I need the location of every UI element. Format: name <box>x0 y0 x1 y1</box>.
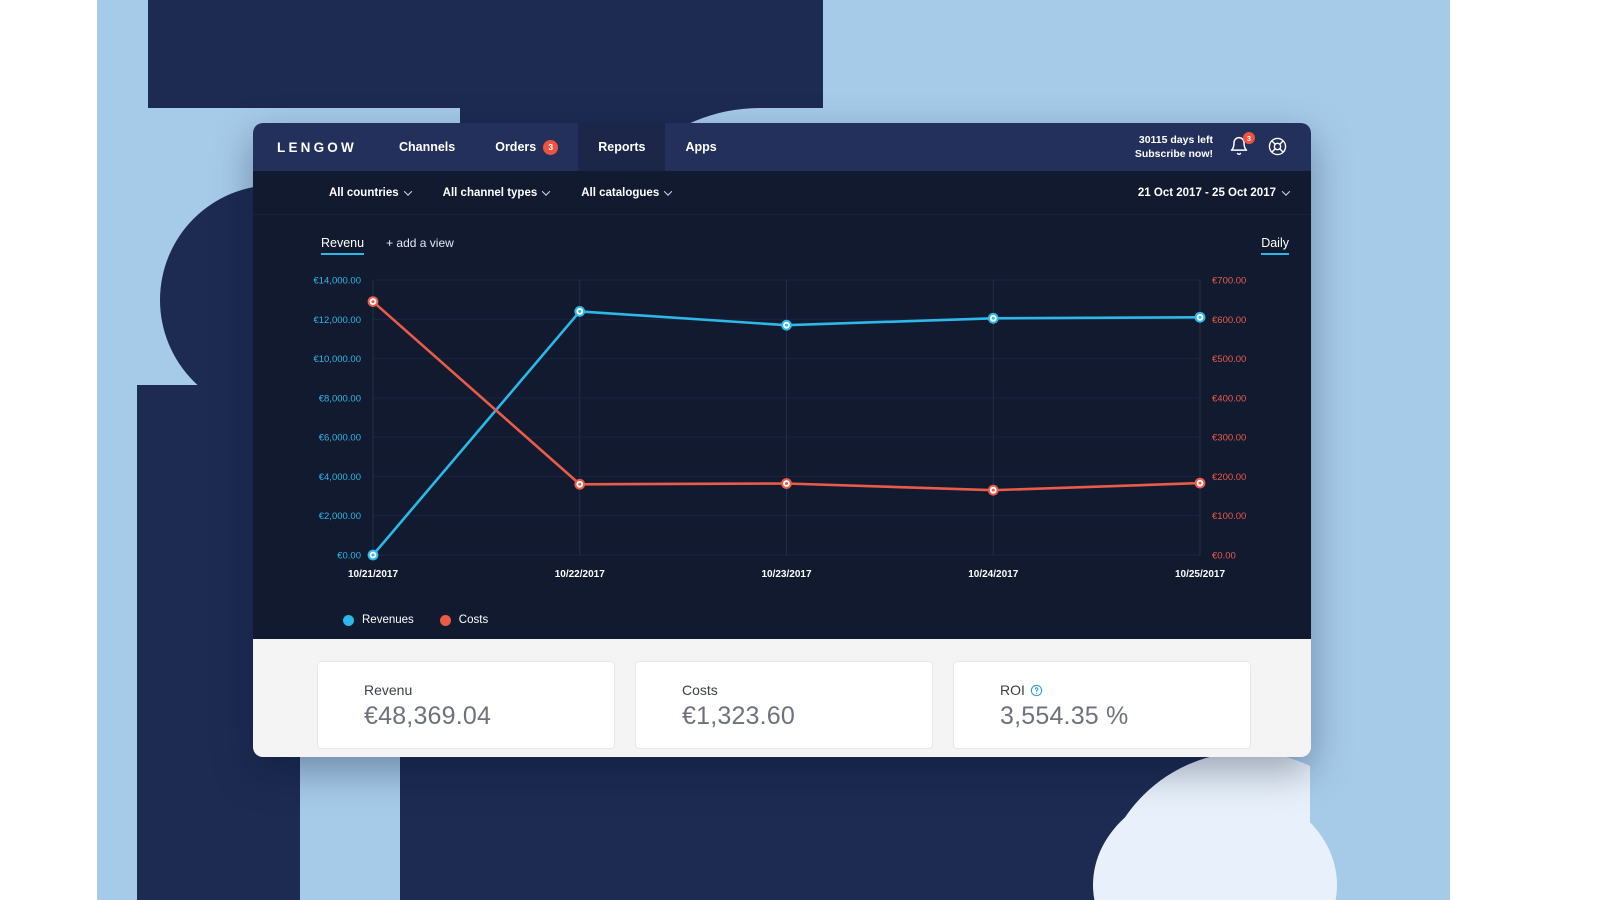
data-point-core <box>578 309 582 313</box>
left-axis-tick-label: €2,000.00 <box>319 511 361 522</box>
nav-item-label: Apps <box>685 140 717 154</box>
data-point-core <box>371 553 375 557</box>
chart-legend: Revenues Costs <box>253 595 1311 639</box>
filter-label: All catalogues <box>581 186 660 199</box>
left-axis-tick-label: €8,000.00 <box>319 393 361 404</box>
kpi-card-revenu: Revenu €48,369.04 <box>317 661 615 749</box>
data-point-core <box>991 316 995 320</box>
chevron-down-icon <box>542 186 551 196</box>
view-tab-bar: Revenu + add a view Daily <box>253 215 1311 255</box>
tab-revenu[interactable]: Revenu <box>321 236 365 255</box>
data-point-core <box>991 488 995 492</box>
nav-item-label: Channels <box>398 140 456 154</box>
nav-item-channels[interactable]: Channels <box>379 123 475 171</box>
subscribe-now-link[interactable]: Subscribe now! <box>1135 147 1213 161</box>
filter-label: All countries <box>329 186 399 199</box>
info-icon[interactable] <box>1030 684 1043 697</box>
chart-area: €0.00 €2,000.00 €4,000.00 €6,000.00 €8,000.0… <box>253 255 1311 595</box>
x-axis-tick-label: 10/25/2017 <box>1175 569 1225 580</box>
reports-dark-panel: All countries All channel types All cata… <box>253 171 1311 639</box>
navbar-right-group: 30115 days left Subscribe now! 3 <box>1135 123 1311 171</box>
right-axis-tick-label: €700.00 <box>1212 276 1246 287</box>
trial-days-left: 30115 days left <box>1138 133 1213 146</box>
orders-count-badge: 3 <box>543 139 559 155</box>
notifications-button[interactable]: 3 <box>1229 132 1255 158</box>
filter-label: All channel types <box>442 186 538 199</box>
x-axis-tick-label: 10/23/2017 <box>761 569 811 580</box>
kpi-label: Revenu <box>364 682 413 698</box>
kpi-card-label-group: Costs <box>682 682 932 698</box>
kpi-value: €48,369.04 <box>364 702 492 730</box>
kpi-card-row: Revenu €48,369.04 Costs €1,323.60 ROI 3,… <box>253 639 1311 749</box>
left-axis-tick-label: €6,000.00 <box>319 433 361 444</box>
lifebuoy-icon <box>1268 137 1287 156</box>
data-point-core <box>785 323 788 327</box>
right-axis-tick-label: €200.00 <box>1212 472 1246 483</box>
kpi-card-costs: Costs €1,323.60 <box>635 661 933 749</box>
x-axis-tick-label: 10/24/2017 <box>968 569 1018 580</box>
filter-countries[interactable]: All countries <box>329 186 412 199</box>
kpi-value: €1,323.60 <box>682 702 796 730</box>
chevron-down-icon <box>1281 186 1291 196</box>
filter-channel-types[interactable]: All channel types <box>442 186 551 199</box>
legend-item-revenues[interactable]: Revenues <box>343 614 414 626</box>
kpi-label: Costs <box>682 682 718 698</box>
legend-color-swatch <box>343 614 354 626</box>
legend-item-costs[interactable]: Costs <box>439 614 489 626</box>
notification-count-badge: 3 <box>1243 132 1255 144</box>
nav-item-label: Orders <box>495 140 537 154</box>
data-point-core <box>1198 315 1202 319</box>
kpi-card-label-group: ROI <box>1000 682 1250 698</box>
x-axis-tick-label: 10/21/2017 <box>348 569 398 580</box>
left-axis-tick-label: €4,000.00 <box>319 472 361 483</box>
nav-item-apps[interactable]: Apps <box>665 123 736 171</box>
legend-color-swatch <box>439 614 451 626</box>
granularity-selector[interactable]: Daily <box>1261 236 1289 255</box>
data-point-core <box>578 482 582 486</box>
left-axis-tick-label: €10,000.00 <box>313 354 361 365</box>
right-axis-tick-label: €500.00 <box>1212 354 1246 365</box>
kpi-card-label-group: Revenu <box>364 682 614 698</box>
brand-logo[interactable]: LENGOW <box>253 123 379 171</box>
filter-catalogues[interactable]: All catalogues <box>581 186 673 199</box>
kpi-card-roi: ROI 3,554.35 % <box>953 661 1251 749</box>
right-axis-tick-label: €100.00 <box>1212 511 1246 522</box>
legend-label: Revenues <box>362 614 414 626</box>
nav-item-reports[interactable]: Reports <box>578 123 666 171</box>
nav-item-label: Reports <box>598 140 646 154</box>
trial-status[interactable]: 30115 days left Subscribe now! <box>1135 133 1213 161</box>
right-axis-tick-label: €0.00 <box>1212 551 1236 562</box>
x-axis-tick-label: 10/22/2017 <box>555 569 605 580</box>
kpi-label: ROI <box>1000 682 1025 698</box>
data-point-core <box>1198 481 1202 485</box>
left-axis-tick-label: €12,000.00 <box>313 315 361 326</box>
legend-label: Costs <box>458 614 489 626</box>
help-support-button[interactable] <box>1267 136 1289 158</box>
right-axis-tick-label: €600.00 <box>1212 315 1246 326</box>
kpi-value: 3,554.35 % <box>1000 702 1129 730</box>
nav-item-orders[interactable]: Orders 3 <box>475 123 578 171</box>
app-window: LENGOW Channels Orders 3 Reports Apps 30… <box>253 123 1311 757</box>
right-axis-tick-label: €300.00 <box>1212 433 1246 444</box>
right-axis-tick-label: €400.00 <box>1212 393 1246 404</box>
chevron-down-icon <box>663 186 673 196</box>
data-point-core <box>371 300 375 304</box>
left-axis-tick-label: €14,000.00 <box>313 276 361 287</box>
revenue-cost-line-chart: €0.00 €2,000.00 €4,000.00 €6,000.00 €8,000.0… <box>313 276 1246 581</box>
data-point-core <box>785 482 788 485</box>
add-a-view-button[interactable]: + add a view <box>386 236 454 255</box>
chevron-down-icon <box>403 186 412 196</box>
date-range-picker[interactable]: 21 Oct 2017 - 25 Oct 2017 <box>1137 186 1291 199</box>
left-axis-tick-label: €0.00 <box>337 551 361 562</box>
top-navbar: LENGOW Channels Orders 3 Reports Apps 30… <box>253 123 1311 171</box>
date-range-label: 21 Oct 2017 - 25 Oct 2017 <box>1137 186 1276 199</box>
filter-bar: All countries All channel types All cata… <box>253 171 1311 215</box>
